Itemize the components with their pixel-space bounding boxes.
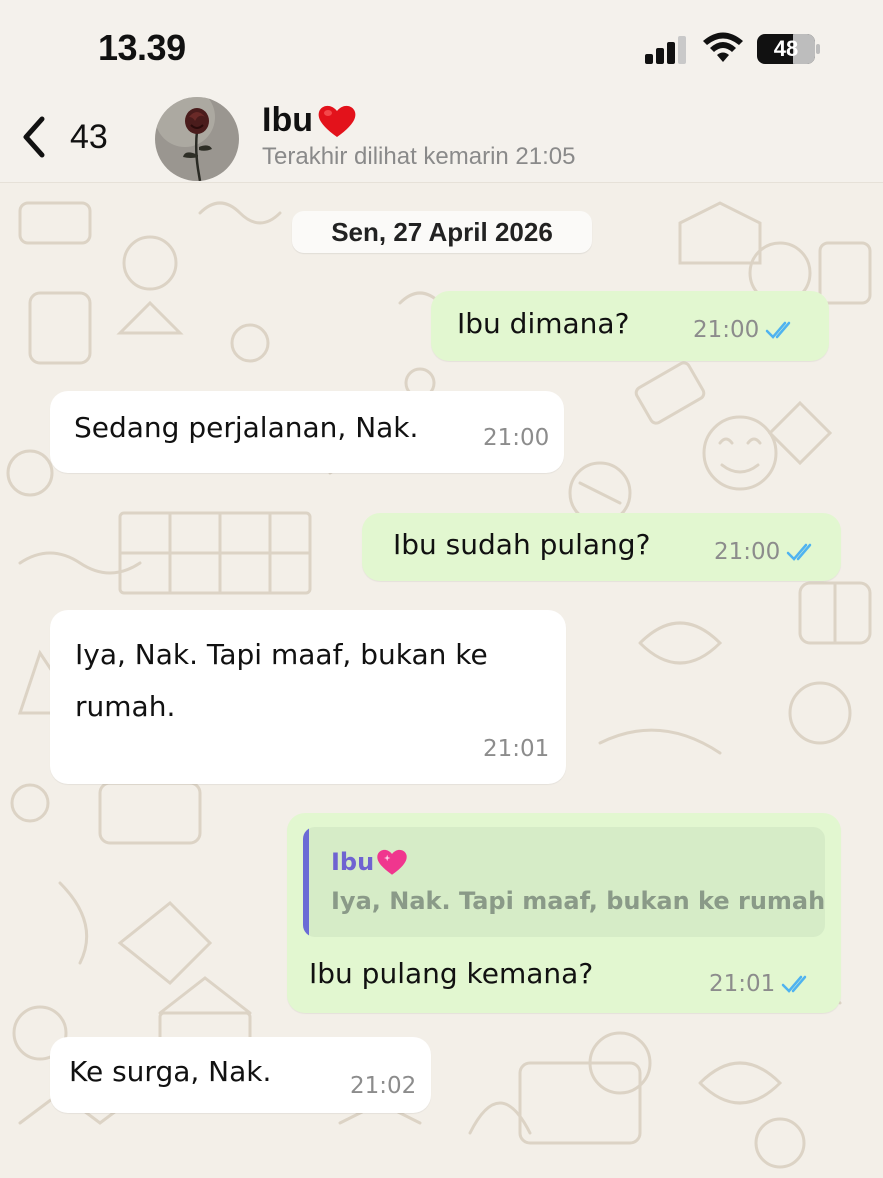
last-seen-status: Terakhir dilihat kemarin 21:05	[262, 143, 576, 170]
message-text: Ibu pulang kemana?	[309, 957, 594, 990]
message-time: 21:01	[709, 971, 815, 997]
quoted-text: Iya, Nak. Tapi maaf, bukan ke rumah.	[331, 887, 825, 915]
message-incoming[interactable]: Sedang perjalanan, Nak. 21:00	[50, 391, 564, 473]
avatar[interactable]	[155, 97, 239, 181]
quoted-sender-name: Ibu	[331, 848, 375, 876]
quoted-sender: Ibu	[331, 847, 408, 877]
battery-icon: 48	[757, 34, 821, 64]
message-time-text: 21:00	[693, 317, 760, 343]
signal-icon	[645, 36, 686, 64]
message-outgoing[interactable]: Ibu sudah pulang? 21:00	[362, 513, 841, 581]
pink-heart-icon	[377, 849, 407, 875]
chat-header: 43 Ibu Terakhir dilihat kemarin 21:05	[0, 95, 883, 183]
message-text: Sedang perjalanan, Nak.	[74, 411, 419, 444]
message-time: 21:00	[693, 317, 799, 343]
battery-level: 48	[773, 36, 799, 61]
quote-accent-bar	[303, 827, 309, 937]
rose-avatar-icon	[155, 97, 239, 181]
quoted-message[interactable]: Ibu Iya, Nak. Tapi maaf, bukan ke rumah.	[303, 827, 825, 937]
double-check-icon	[766, 321, 791, 339]
contact-name-text: Ibu	[262, 101, 313, 139]
status-bar: 13.39 48	[0, 0, 883, 95]
message-time-text: 21:00	[714, 539, 781, 565]
message-incoming[interactable]: Ke surga, Nak. 21:02	[50, 1037, 431, 1113]
date-separator: Sen, 27 April 2026	[292, 211, 592, 253]
message-incoming[interactable]: Iya, Nak. Tapi maaf, bukan ke rumah. 21:…	[50, 610, 566, 784]
message-time-text: 21:01	[709, 971, 776, 997]
message-time: 21:00	[714, 539, 820, 565]
message-outgoing-reply[interactable]: Ibu Iya, Nak. Tapi maaf, bukan ke rumah.…	[287, 813, 841, 1013]
double-check-icon	[787, 543, 812, 561]
unread-count: 43	[70, 117, 108, 156]
red-heart-icon	[318, 105, 356, 137]
chat-area[interactable]: Sen, 27 April 2026 Ibu dimana? 21:00 Sed…	[0, 183, 883, 1178]
status-time: 13.39	[98, 27, 186, 68]
message-outgoing[interactable]: Ibu dimana? 21:00	[431, 291, 829, 361]
chevron-left-icon	[23, 116, 45, 158]
message-text: Ibu dimana?	[457, 307, 630, 340]
message-text-line-1: Iya, Nak. Tapi maaf, bukan ke	[75, 638, 488, 671]
back-button[interactable]: 43	[16, 109, 108, 165]
message-text: Ke surga, Nak.	[69, 1055, 272, 1088]
message-text-line-2: rumah.	[75, 690, 176, 723]
double-check-icon	[782, 975, 807, 993]
message-text: Ibu sudah pulang?	[393, 528, 651, 561]
message-time: 21:02	[350, 1073, 417, 1099]
wifi-icon	[703, 32, 743, 62]
message-time: 21:01	[483, 736, 550, 762]
message-time: 21:00	[483, 425, 550, 451]
contact-name[interactable]: Ibu	[262, 101, 357, 140]
